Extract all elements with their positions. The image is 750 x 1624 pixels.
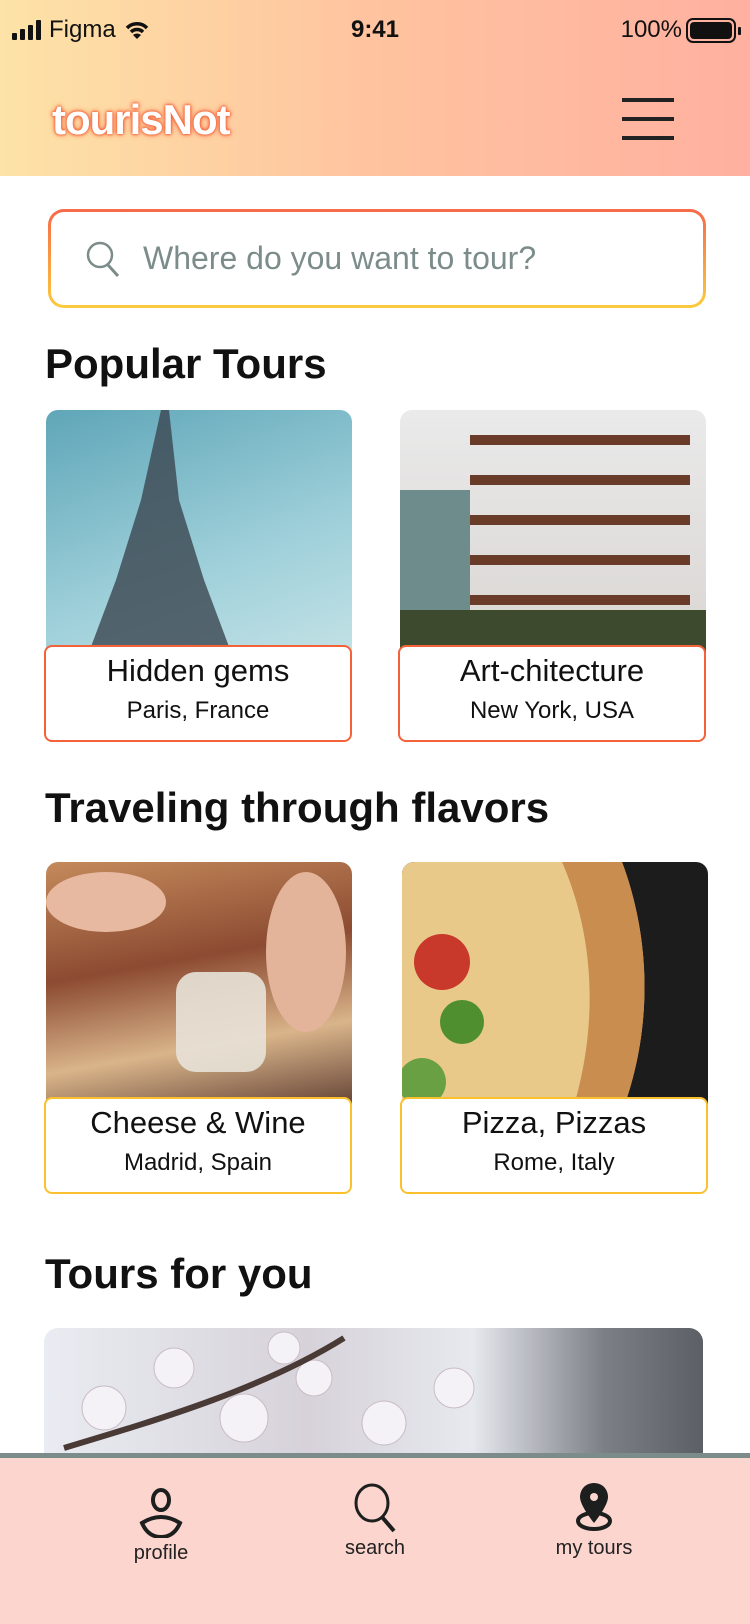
card-title: Pizza, Pizzas xyxy=(461,1105,647,1140)
card-title: Hidden gems xyxy=(106,653,290,688)
card-location: New York, USA xyxy=(469,697,635,724)
eiffel-tower-image xyxy=(46,410,352,660)
section-title-popular: Popular Tours xyxy=(45,340,327,387)
search-bar[interactable]: Where do you want to tour? xyxy=(48,209,706,308)
section-title-flavors: Traveling through flavors xyxy=(45,784,550,831)
card-location: Rome, Italy xyxy=(493,1149,615,1176)
vessel-building-image xyxy=(400,410,706,660)
app-logo[interactable]: tourisNot xyxy=(52,96,231,144)
nav-label: search xyxy=(344,1537,406,1559)
tour-card[interactable]: Art-chitecture New York, USA xyxy=(398,410,706,742)
cherry-blossom-tour-image[interactable] xyxy=(44,1328,703,1458)
pizza-image xyxy=(402,862,708,1112)
nav-my-tours[interactable]: my tours xyxy=(519,1483,669,1560)
search-input[interactable]: Where do you want to tour? xyxy=(143,240,536,277)
battery-icon xyxy=(686,17,741,43)
cheese-wine-image xyxy=(46,862,352,1112)
status-bar: Figma 9:41 100% xyxy=(0,14,750,46)
nav-profile[interactable]: profile xyxy=(86,1488,236,1565)
bottom-nav: profile search my tours xyxy=(0,1453,750,1624)
tour-card[interactable]: Hidden gems Paris, France xyxy=(44,410,352,742)
nav-search[interactable]: search xyxy=(300,1483,450,1560)
tour-card[interactable]: Pizza, Pizzas Rome, Italy xyxy=(400,862,708,1194)
app-header: Figma 9:41 100% tourisNot xyxy=(0,0,750,176)
section-title-for-you: Tours for you xyxy=(45,1250,313,1297)
card-title: Art-chitecture xyxy=(459,653,645,688)
card-location: Paris, France xyxy=(126,697,270,724)
map-pin-icon xyxy=(576,1483,612,1531)
hamburger-menu-icon[interactable] xyxy=(622,98,674,140)
battery-label: 100% xyxy=(620,16,682,43)
search-icon xyxy=(86,241,120,277)
search-icon xyxy=(354,1483,396,1533)
nav-label: my tours xyxy=(555,1537,633,1559)
nav-label: profile xyxy=(133,1542,189,1564)
profile-icon xyxy=(139,1488,183,1538)
card-title: Cheese & Wine xyxy=(90,1105,306,1140)
card-location: Madrid, Spain xyxy=(123,1149,273,1176)
tour-card[interactable]: Cheese & Wine Madrid, Spain xyxy=(44,862,352,1194)
